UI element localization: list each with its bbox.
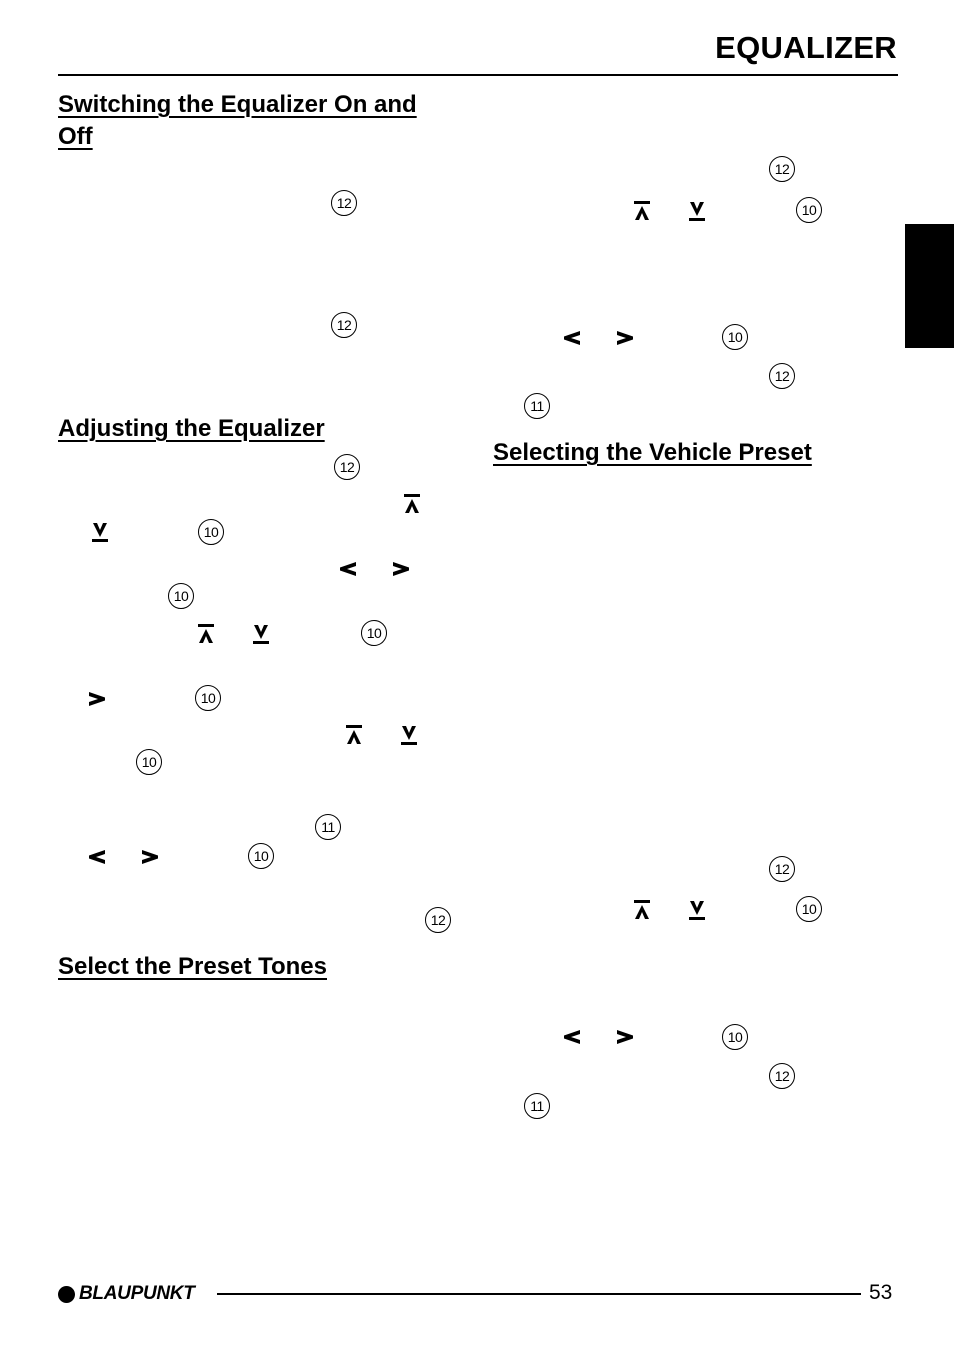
callout-10: 10 bbox=[361, 620, 387, 646]
heading-preset-tones: Select the Preset Tones bbox=[58, 953, 327, 980]
callout-10: 10 bbox=[195, 685, 221, 711]
logo-dot-icon bbox=[58, 1285, 75, 1303]
callout-12: 12 bbox=[769, 363, 795, 389]
left-arrow-key-icon bbox=[338, 558, 358, 580]
callout-11: 11 bbox=[315, 814, 341, 840]
up-arrow-key-icon bbox=[632, 899, 652, 921]
title-divider bbox=[58, 74, 898, 76]
callout-12: 12 bbox=[331, 190, 357, 216]
heading-switching-line2: Off bbox=[58, 123, 93, 150]
up-arrow-key-icon bbox=[344, 724, 364, 746]
down-arrow-key-icon bbox=[687, 200, 707, 222]
left-arrow-key-icon bbox=[562, 327, 582, 349]
right-arrow-key-icon bbox=[391, 558, 411, 580]
callout-10: 10 bbox=[248, 843, 274, 869]
callout-12: 12 bbox=[769, 856, 795, 882]
callout-12: 12 bbox=[769, 156, 795, 182]
chapter-tab-marker bbox=[905, 224, 954, 348]
right-arrow-key-icon bbox=[615, 327, 635, 349]
page-number: 53 bbox=[869, 1281, 893, 1304]
brand-name: BLAUPUNKT bbox=[79, 1283, 195, 1304]
callout-12: 12 bbox=[425, 907, 451, 933]
up-arrow-key-icon bbox=[632, 200, 652, 222]
left-arrow-key-icon bbox=[87, 846, 107, 868]
callout-10: 10 bbox=[796, 896, 822, 922]
callout-12: 12 bbox=[334, 454, 360, 480]
heading-switching-line1: Switching the Equalizer On and bbox=[58, 91, 417, 118]
callout-10: 10 bbox=[136, 749, 162, 775]
page-title: EQUALIZER bbox=[715, 30, 897, 65]
callout-10: 10 bbox=[796, 197, 822, 223]
right-arrow-key-icon bbox=[140, 846, 160, 868]
callout-11: 11 bbox=[524, 393, 550, 419]
callout-10: 10 bbox=[722, 324, 748, 350]
up-arrow-key-icon bbox=[402, 493, 422, 515]
heading-adjusting: Adjusting the Equalizer bbox=[58, 415, 325, 442]
up-arrow-key-icon bbox=[196, 623, 216, 645]
footer-divider bbox=[217, 1293, 861, 1295]
callout-11: 11 bbox=[524, 1093, 550, 1119]
heading-vehicle-preset: Selecting the Vehicle Preset bbox=[493, 439, 812, 466]
down-arrow-key-icon bbox=[687, 899, 707, 921]
callout-12: 12 bbox=[331, 312, 357, 338]
down-arrow-key-icon bbox=[399, 724, 419, 746]
right-arrow-key-icon bbox=[87, 688, 107, 710]
callout-10: 10 bbox=[722, 1024, 748, 1050]
right-arrow-key-icon bbox=[615, 1026, 635, 1048]
left-arrow-key-icon bbox=[562, 1026, 582, 1048]
callout-10: 10 bbox=[198, 519, 224, 545]
callout-12: 12 bbox=[769, 1063, 795, 1089]
callout-10: 10 bbox=[168, 583, 194, 609]
brand-logo: BLAUPUNKT bbox=[58, 1284, 195, 1304]
down-arrow-key-icon bbox=[251, 623, 271, 645]
down-arrow-key-icon bbox=[90, 521, 110, 543]
